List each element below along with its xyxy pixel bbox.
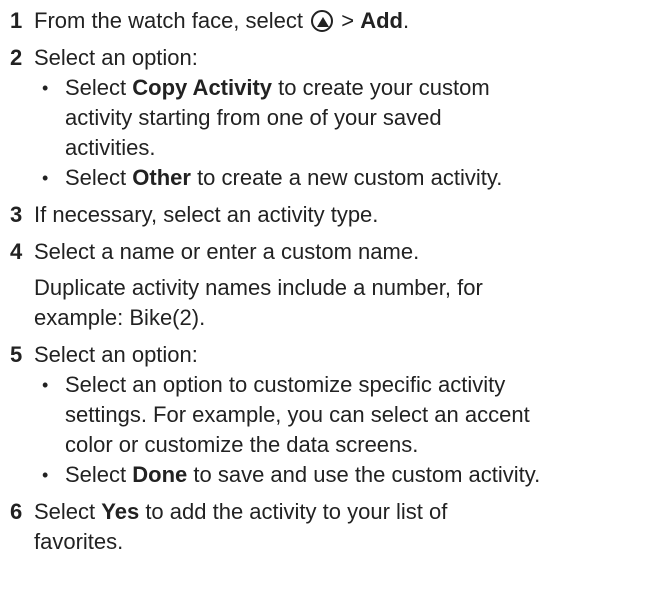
bullet-line: Select an option to customize specific a… xyxy=(65,372,506,397)
bullet-text-part: to create a new custom activity. xyxy=(190,165,503,190)
step-number: 5 xyxy=(10,342,23,367)
step-text-part: > xyxy=(335,8,361,33)
note-line: Duplicate activity names include a numbe… xyxy=(34,275,483,300)
note-line: example: Bike(2). xyxy=(34,305,206,330)
step-number: 2 xyxy=(10,45,23,70)
menu-item-other: Other xyxy=(132,165,191,190)
bullet-line: activities. xyxy=(65,135,156,160)
step-1: 1 From the watch face, select > Add. xyxy=(0,6,651,36)
bullet-line: settings. For example, you can select an… xyxy=(65,402,530,427)
step-6: 6 Select Yes to add the activity to your… xyxy=(0,497,651,557)
step-text: Select Yes to add the activity to your l… xyxy=(34,497,651,527)
bullet-icon: • xyxy=(42,465,49,485)
step-number: 4 xyxy=(10,239,23,264)
bullet-line: Select Done to save and use the custom a… xyxy=(65,460,651,490)
up-triangle-button-icon xyxy=(311,10,334,32)
step-text-part: From the watch face, select xyxy=(34,8,310,33)
instruction-list: 1 From the watch face, select > Add. 2 S… xyxy=(0,0,651,591)
bullet-text-part: Select xyxy=(65,165,133,190)
step-4: 4 Select a name or enter a custom name. … xyxy=(0,237,651,333)
menu-item-copy-activity: Copy Activity xyxy=(132,75,273,100)
step-5: 5 Select an option: • Select an option t… xyxy=(0,340,651,490)
bullet-text-part: Select xyxy=(65,462,133,487)
bullet-icon: • xyxy=(42,78,49,98)
bullet-item: • Select an option to customize specific… xyxy=(34,370,651,460)
bullet-item: • Select Copy Activity to create your cu… xyxy=(34,73,651,163)
menu-item-add: Add xyxy=(360,8,403,33)
step-text: If necessary, select an activity type. xyxy=(34,202,379,227)
step-text-part: Select xyxy=(34,499,102,524)
bullet-icon: • xyxy=(42,375,49,395)
bullet-item: • Select Done to save and use the custom… xyxy=(34,460,651,490)
bullet-item: • Select Other to create a new custom ac… xyxy=(34,163,651,193)
menu-item-yes: Yes xyxy=(101,499,140,524)
step-text: Select an option: xyxy=(34,45,198,70)
bullet-line: activity starting from one of your saved xyxy=(65,105,442,130)
step-text: favorites. xyxy=(34,529,124,554)
step-2: 2 Select an option: • Select Copy Activi… xyxy=(0,43,651,193)
step-number: 3 xyxy=(10,202,23,227)
step-number: 6 xyxy=(10,499,23,524)
step-text-part: . xyxy=(402,8,410,33)
step-text: Select an option: xyxy=(34,342,198,367)
bullet-text-part: to save and use the custom activity. xyxy=(187,462,541,487)
bullet-line: Select Copy Activity to create your cust… xyxy=(65,73,651,103)
bullet-text-part: to create your custom xyxy=(272,75,490,100)
step-text: From the watch face, select > Add. xyxy=(34,6,651,36)
bullet-line: color or customize the data screens. xyxy=(65,432,419,457)
step-text: Select a name or enter a custom name. xyxy=(34,239,420,264)
step-note: Duplicate activity names include a numbe… xyxy=(34,273,651,333)
bullet-line: Select Other to create a new custom acti… xyxy=(65,163,651,193)
menu-item-done: Done xyxy=(132,462,188,487)
step-text-part: to add the activity to your list of xyxy=(139,499,448,524)
step-number: 1 xyxy=(10,8,23,33)
bullet-text-part: Select xyxy=(65,75,133,100)
bullet-icon: • xyxy=(42,168,49,188)
step-3: 3 If necessary, select an activity type. xyxy=(0,200,651,230)
